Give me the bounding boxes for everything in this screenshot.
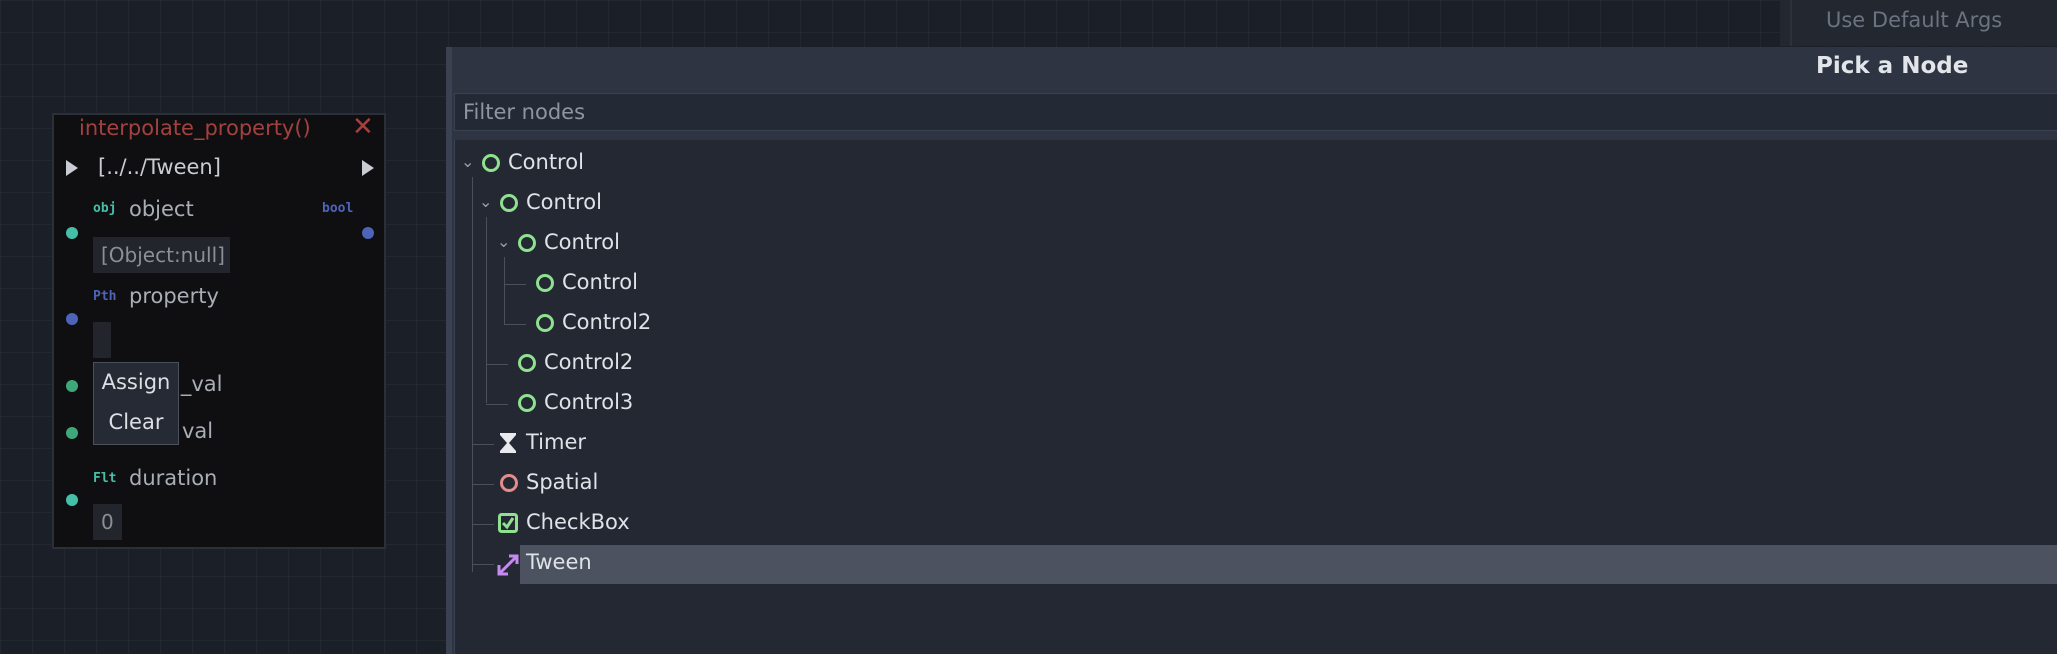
tree-item-control-root[interactable]: ⌄ Control	[460, 145, 660, 183]
tree-item-control-3[interactable]: Control	[514, 265, 714, 303]
control-ring-icon	[536, 314, 554, 332]
tree-item-control2-inner[interactable]: Control2	[514, 305, 714, 343]
filter-nodes-input[interactable]	[454, 93, 2057, 131]
tree-item-label: Control2	[562, 310, 652, 334]
close-icon[interactable]: ✕	[352, 112, 374, 142]
initial-val-port-dot[interactable]	[66, 380, 78, 392]
return-port-dot[interactable]	[362, 227, 374, 239]
final-val-port-label: val	[182, 419, 214, 443]
tree-guide	[472, 177, 473, 572]
control-ring-icon	[518, 354, 536, 372]
tree-item-label: Control	[526, 190, 602, 214]
tween-icon	[496, 553, 520, 581]
tree-item-label: Spatial	[526, 470, 599, 494]
tree-item-timer[interactable]: Timer	[478, 425, 678, 463]
property-value-field[interactable]	[93, 322, 111, 358]
chevron-down-icon[interactable]: ⌄	[479, 192, 492, 211]
tree-item-label: CheckBox	[526, 510, 630, 534]
tree-item-spatial[interactable]: Spatial	[478, 465, 678, 503]
control-ring-icon	[536, 274, 554, 292]
property-port-label: property	[129, 284, 219, 308]
tree-item-label: Control	[508, 150, 584, 174]
tree-item-tween[interactable]: Tween	[478, 545, 778, 583]
control-ring-icon	[500, 194, 518, 212]
tree-guide	[486, 217, 487, 403]
duration-port-dot[interactable]	[66, 494, 78, 506]
tree-item-label: Control	[544, 230, 620, 254]
tree-item-label: Control3	[544, 390, 634, 414]
tree-item-label: Tween	[526, 550, 592, 574]
control-ring-icon	[482, 154, 500, 172]
hourglass-icon	[498, 432, 518, 458]
final-val-port-dot[interactable]	[66, 427, 78, 439]
bool-return-icon: bool	[322, 201, 354, 216]
initial-val-port-label: l_val	[175, 372, 223, 396]
path-type-icon: Pth	[93, 289, 117, 304]
duration-port-label: duration	[129, 466, 218, 490]
sequence-out-icon[interactable]	[362, 160, 374, 176]
chevron-down-icon[interactable]: ⌄	[461, 152, 474, 171]
sequence-in-icon[interactable]	[66, 160, 78, 176]
float-type-icon: Flt	[93, 471, 117, 486]
clear-menu-item[interactable]: Clear	[94, 410, 178, 434]
control-ring-icon	[518, 234, 536, 252]
chevron-down-icon[interactable]: ⌄	[497, 232, 510, 251]
tree-guide	[504, 257, 505, 324]
tree-item-control2[interactable]: Control2	[496, 345, 696, 383]
dialog-title: Pick a Node	[1816, 53, 1969, 79]
node-title: interpolate_property()	[79, 116, 311, 140]
target-path-label: [../../Tween]	[98, 155, 221, 179]
tree-item-label: Control2	[544, 350, 634, 374]
tree-item-label: Timer	[526, 430, 587, 454]
spatial-ring-icon	[500, 474, 518, 492]
tree-item-checkbox[interactable]: CheckBox	[478, 505, 678, 543]
tree-item-control3[interactable]: Control3	[496, 385, 696, 423]
assign-menu-item[interactable]: Assign	[94, 370, 178, 394]
object-port-dot[interactable]	[66, 227, 78, 239]
object-port-label: object	[129, 197, 194, 221]
context-menu: Assign Clear	[93, 362, 179, 445]
control-ring-icon	[518, 394, 536, 412]
checkbox-icon	[498, 513, 518, 537]
object-type-icon: obj	[93, 201, 117, 216]
tree-item-control-2[interactable]: ⌄ Control	[496, 225, 696, 263]
duration-value-field[interactable]: 0	[93, 504, 122, 540]
use-default-args-label[interactable]: Use Default Args	[1826, 8, 2002, 32]
property-port-dot[interactable]	[66, 313, 78, 325]
divider	[1790, 0, 1792, 46]
object-value-field[interactable]: [Object:null]	[93, 237, 230, 273]
tree-item-control-1[interactable]: ⌄ Control	[478, 185, 678, 223]
tree-item-label: Control	[562, 270, 638, 294]
